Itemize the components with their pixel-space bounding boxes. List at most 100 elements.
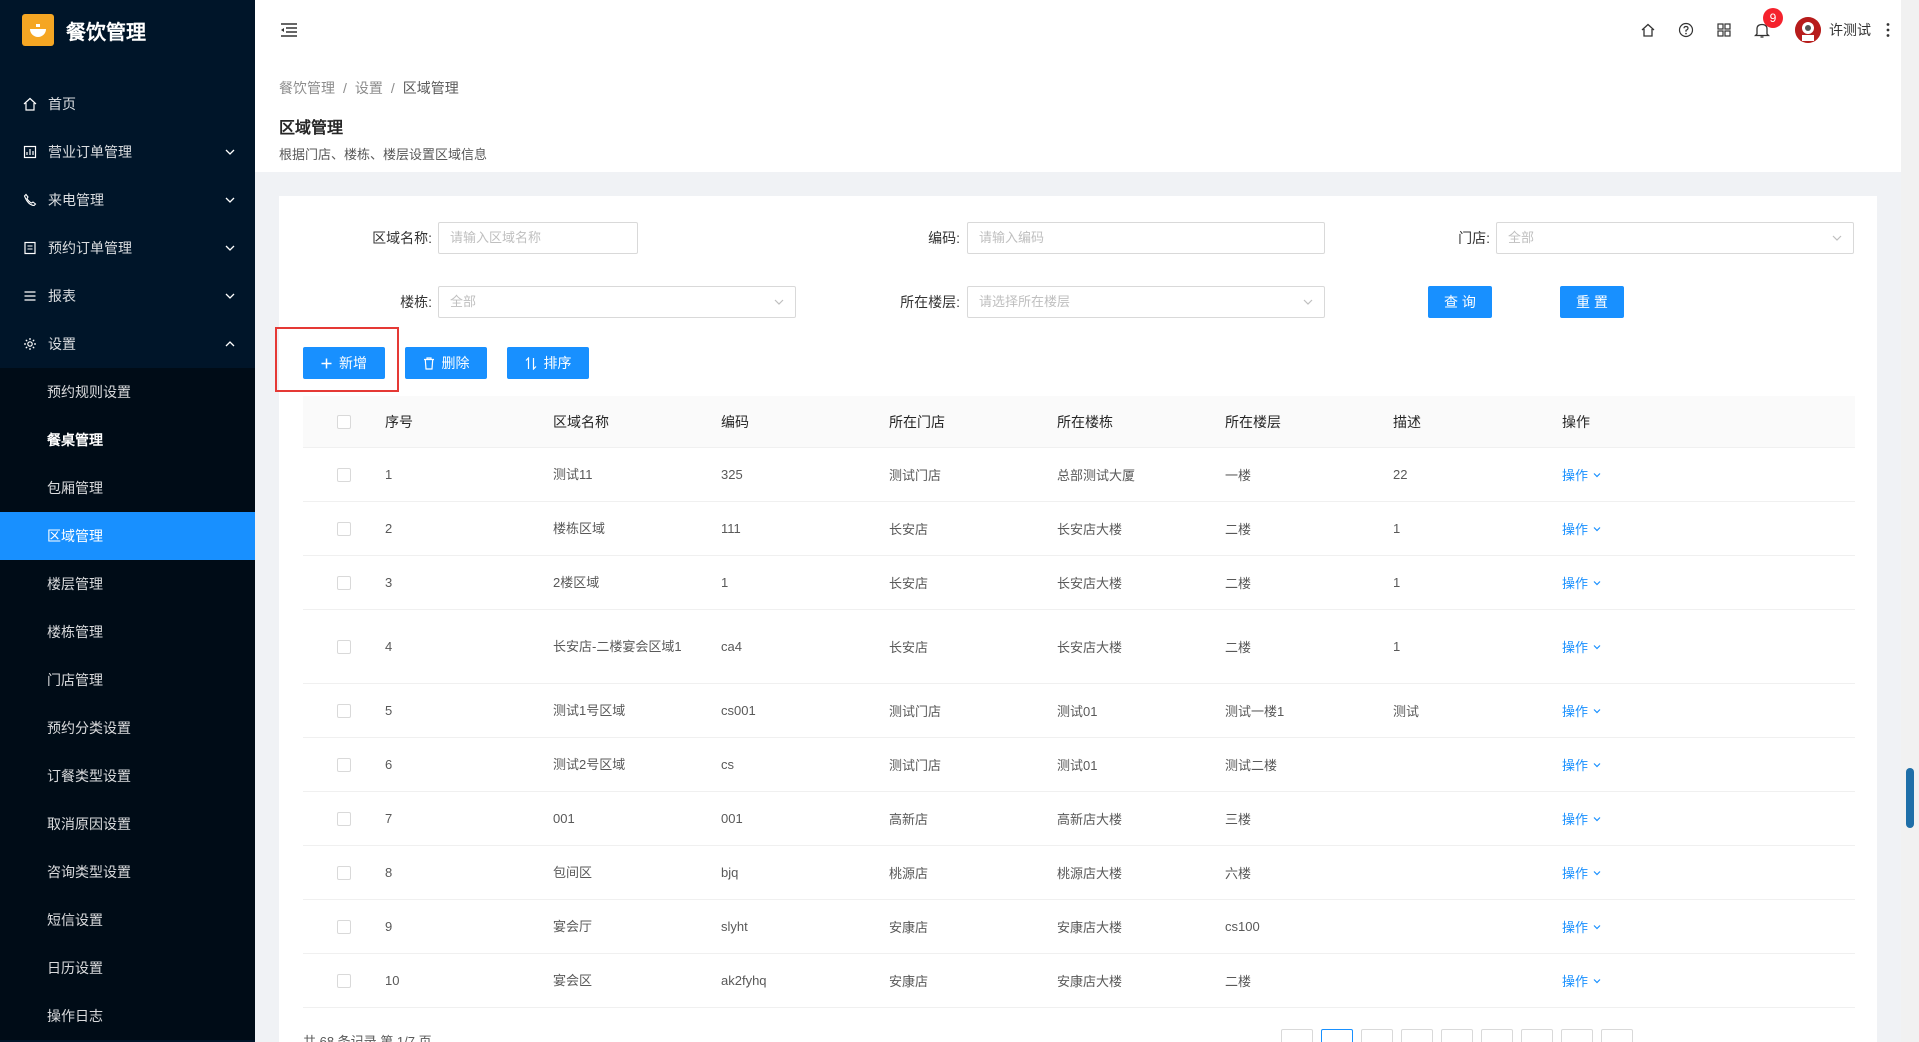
- row-checkbox[interactable]: [337, 639, 351, 654]
- sidebar-subitem-floors[interactable]: 楼层管理: [0, 560, 255, 608]
- row-checkbox[interactable]: [337, 467, 351, 482]
- select-all-checkbox[interactable]: [337, 414, 351, 429]
- area-name-cell: 长安店-二楼宴会区域1: [553, 638, 682, 654]
- seq-cell: 1: [385, 467, 393, 482]
- gear-icon: [22, 336, 38, 352]
- reset-button[interactable]: 重 置: [1560, 286, 1624, 318]
- sidebar-item-reservations[interactable]: 预约订单管理: [0, 224, 255, 272]
- sidebar-subitem-stores[interactable]: 门店管理: [0, 656, 255, 704]
- row-operation-dropdown[interactable]: 操作: [1562, 755, 1602, 774]
- row-operation-dropdown[interactable]: 操作: [1562, 465, 1602, 484]
- user-menu[interactable]: 许测试: [1781, 17, 1881, 43]
- row-checkbox[interactable]: [337, 521, 351, 536]
- sidebar-subitem-order-types[interactable]: 订餐类型设置: [0, 752, 255, 800]
- scrollbar-thumb[interactable]: [1906, 768, 1914, 828]
- row-checkbox[interactable]: [337, 865, 351, 880]
- code-input[interactable]: 请输入编码: [967, 222, 1325, 254]
- code-cell: ak2fyhq: [721, 973, 767, 988]
- page-title: 区域管理: [279, 120, 344, 137]
- row-checkbox[interactable]: [337, 811, 351, 826]
- sidebar-subitem-consult-types[interactable]: 咨询类型设置: [0, 848, 255, 896]
- sidebar-subitem-sms[interactable]: 短信设置: [0, 896, 255, 944]
- query-button[interactable]: 查 询: [1428, 286, 1492, 318]
- table-row: 8 包间区 bjq 桃源店 桃源店大楼 六楼 操作: [303, 846, 1855, 900]
- operation-cell: 操作: [1562, 465, 1755, 484]
- app-title: 餐饮管理: [66, 21, 146, 44]
- chevron-down-icon: [1593, 526, 1601, 531]
- breadcrumb-item[interactable]: 餐饮管理: [279, 80, 335, 96]
- row-operation-dropdown[interactable]: 操作: [1562, 637, 1602, 656]
- row-checkbox[interactable]: [337, 575, 351, 590]
- sidebar-item-calls[interactable]: 来电管理: [0, 176, 255, 224]
- pagination-page[interactable]: [1481, 1029, 1513, 1042]
- help-icon[interactable]: [1667, 0, 1705, 60]
- pagination-page[interactable]: [1361, 1029, 1393, 1042]
- row-operation-dropdown[interactable]: 操作: [1562, 701, 1602, 720]
- pagination-page[interactable]: [1321, 1029, 1353, 1042]
- row-operation-dropdown[interactable]: 操作: [1562, 809, 1602, 828]
- operation-label: 操作: [1562, 920, 1589, 935]
- chevron-down-icon: [1593, 580, 1601, 585]
- sidebar-item-reports[interactable]: 报表: [0, 272, 255, 320]
- row-checkbox[interactable]: [337, 757, 351, 772]
- sidebar-item-orders[interactable]: 营业订单管理: [0, 128, 255, 176]
- area-name-input[interactable]: 请输入区域名称: [438, 222, 638, 254]
- pagination-next[interactable]: [1601, 1029, 1633, 1042]
- more-vertical-icon[interactable]: [1881, 0, 1895, 60]
- store-cell: 测试门店: [889, 758, 942, 773]
- row-checkbox[interactable]: [337, 919, 351, 934]
- code-cell: 111: [721, 521, 741, 536]
- operation-label: 操作: [1562, 758, 1589, 773]
- code-cell: cs001: [721, 703, 756, 718]
- sidebar-subitem-cancel-reasons[interactable]: 取消原因设置: [0, 800, 255, 848]
- floor-select[interactable]: 请选择所在楼层: [967, 286, 1325, 318]
- store-select[interactable]: 全部: [1496, 222, 1854, 254]
- row-operation-dropdown[interactable]: 操作: [1562, 863, 1602, 882]
- row-checkbox[interactable]: [337, 973, 351, 988]
- sidebar-subitem-rooms[interactable]: 包厢管理: [0, 464, 255, 512]
- breadcrumb-separator: /: [343, 80, 347, 96]
- sidebar-subitem-reservation-rules[interactable]: 预约规则设置: [0, 368, 255, 416]
- row-checkbox[interactable]: [337, 703, 351, 718]
- seq-cell: 3: [385, 575, 393, 590]
- sidebar-item-home[interactable]: 首页: [0, 80, 255, 128]
- row-operation-dropdown[interactable]: 操作: [1562, 917, 1602, 936]
- pagination-page[interactable]: [1521, 1029, 1553, 1042]
- sidebar-subitem-buildings[interactable]: 楼栋管理: [0, 608, 255, 656]
- sidebar-subitem-calendar[interactable]: 日历设置: [0, 944, 255, 992]
- chevron-down-icon: [225, 197, 235, 203]
- sidebar-item-label: 首页: [48, 96, 76, 112]
- breadcrumb-item[interactable]: 设置: [355, 80, 383, 96]
- code-cell: bjq: [721, 865, 739, 880]
- menu-fold-icon[interactable]: [279, 20, 299, 40]
- pagination-prev[interactable]: [1281, 1029, 1313, 1042]
- sidebar-subitem-tables[interactable]: 餐桌管理: [0, 416, 255, 464]
- notification-bell[interactable]: 9: [1743, 0, 1783, 60]
- sidebar-subitem-areas[interactable]: 区域管理: [0, 512, 255, 560]
- delete-button[interactable]: 删除: [405, 347, 487, 379]
- order-icon: [22, 144, 38, 160]
- sort-button[interactable]: 排序: [507, 347, 589, 379]
- row-operation-dropdown[interactable]: 操作: [1562, 573, 1602, 592]
- column-header: 编码: [721, 413, 749, 430]
- apps-grid-icon[interactable]: [1705, 0, 1743, 60]
- building-select[interactable]: 全部: [438, 286, 796, 318]
- row-operation-dropdown[interactable]: 操作: [1562, 971, 1602, 990]
- home-icon[interactable]: [1629, 0, 1667, 60]
- add-button[interactable]: 新增: [303, 347, 385, 379]
- sidebar-subitem-reservation-categories[interactable]: 预约分类设置: [0, 704, 255, 752]
- page-scrollbar[interactable]: [1901, 0, 1919, 1042]
- area-name-cell: 测试1号区域: [553, 702, 626, 718]
- row-operation-dropdown[interactable]: 操作: [1562, 519, 1602, 538]
- operation-cell: 操作: [1562, 917, 1755, 936]
- pagination-page[interactable]: [1561, 1029, 1593, 1042]
- table-row: 5 测试1号区域 cs001 测试门店 测试01 测试一楼1 测试 操作: [303, 684, 1855, 738]
- store-cell: 测试门店: [889, 704, 942, 719]
- table-row: 7 001 001 高新店 高新店大楼 三楼 操作: [303, 792, 1855, 846]
- pagination-page[interactable]: [1441, 1029, 1473, 1042]
- sidebar-subitem-operation-log[interactable]: 操作日志: [0, 992, 255, 1040]
- sidebar-item-settings[interactable]: 设置: [0, 320, 255, 368]
- area-name-cell: 宴会厅: [553, 918, 593, 934]
- chevron-down-icon: [1593, 924, 1601, 929]
- pagination-page[interactable]: [1401, 1029, 1433, 1042]
